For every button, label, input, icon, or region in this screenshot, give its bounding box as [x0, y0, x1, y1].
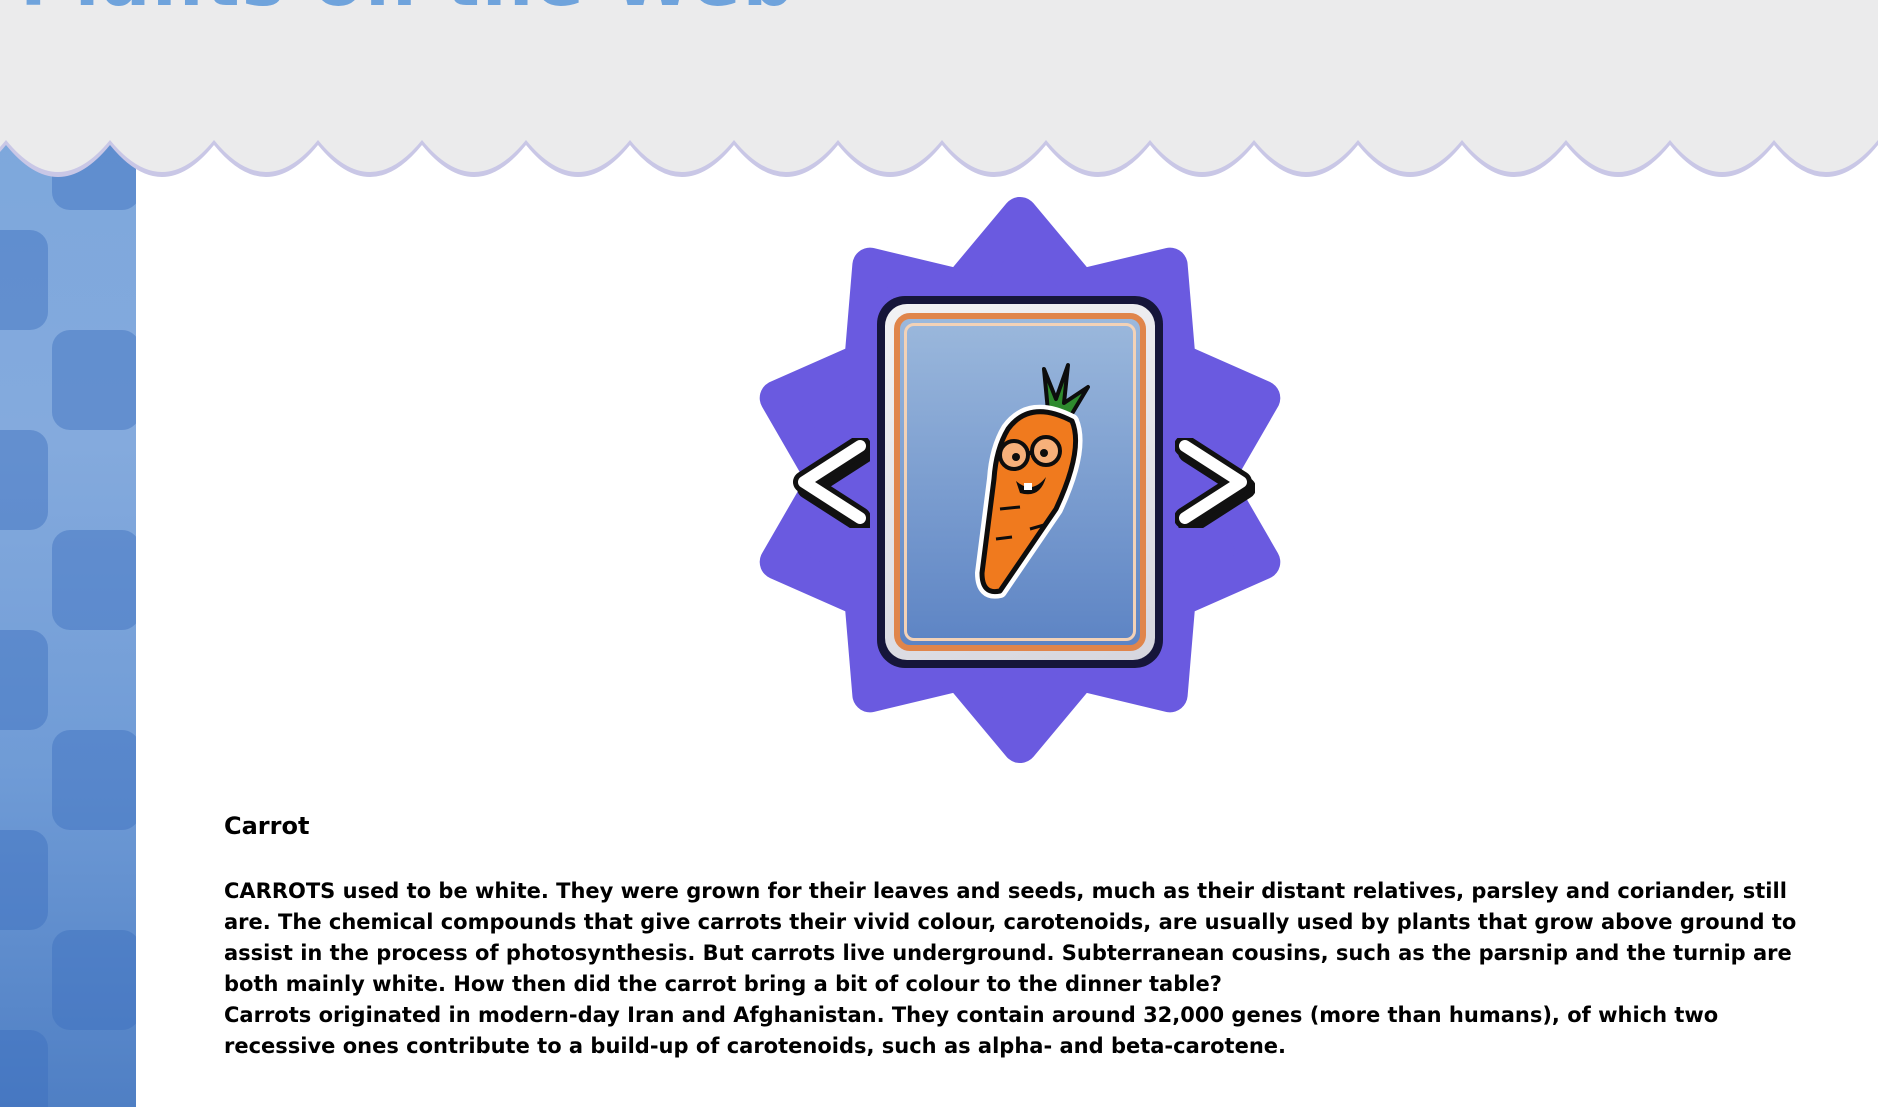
image-frame: [894, 313, 1146, 651]
item-description-section: Carrot CARROTS used to be white. They we…: [224, 810, 1824, 1062]
scalloped-header-background: [0, 0, 1878, 177]
chevron-right-icon: [1174, 435, 1256, 535]
item-title: Carrot: [224, 812, 310, 840]
item-description: CARROTS used to be white. They were grow…: [224, 876, 1824, 1062]
site-title: Plants on the Web: [20, 0, 796, 22]
description-paragraph: CARROTS used to be white. They were grow…: [224, 879, 1797, 996]
next-image-button[interactable]: [1174, 435, 1256, 535]
carrot-character-icon: [975, 363, 1090, 599]
description-paragraph: Carrots originated in modern-day Iran an…: [224, 1003, 1719, 1058]
page-header: Plants on the Web: [0, 0, 1878, 190]
previous-image-button[interactable]: [790, 435, 875, 535]
chevron-left-icon: [793, 435, 875, 535]
image-card: [877, 296, 1163, 668]
image-gallery: [730, 180, 1310, 790]
page: Plants on the Web: [0, 0, 1878, 1107]
